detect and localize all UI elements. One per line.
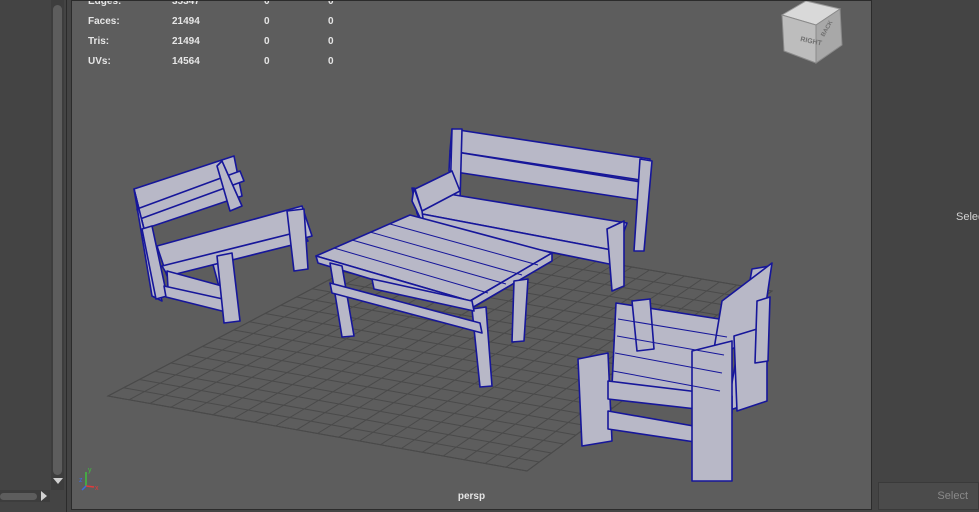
hud-value: 0 <box>328 16 334 27</box>
perspective-viewport[interactable]: Edges: 35347 0 0 Faces: 21494 0 0 Tris: … <box>71 0 872 510</box>
right-panel: Select Select <box>873 0 979 512</box>
hud-label: Faces: <box>88 16 120 27</box>
horizontal-scrollbar-thumb[interactable] <box>0 493 37 500</box>
hud-label: Edges: <box>88 0 122 7</box>
axis-gizmo-icon: y z x <box>79 467 99 492</box>
armchair-left-mesh[interactable] <box>133 155 313 324</box>
hud-label: Tris: <box>88 36 110 47</box>
scene-view[interactable] <box>72 1 872 510</box>
vertical-scrollbar[interactable] <box>51 0 64 490</box>
hud-value: 0 <box>264 0 270 7</box>
select-button[interactable]: Select <box>878 482 979 510</box>
left-panel <box>0 0 67 512</box>
scroll-right-arrow-icon[interactable] <box>41 491 47 501</box>
hud-value: 35347 <box>172 0 200 7</box>
horizontal-scrollbar[interactable] <box>0 490 50 502</box>
right-panel-select-label: Select <box>956 211 979 223</box>
hud-value: 0 <box>328 56 334 67</box>
axis-z-label: z <box>79 477 83 484</box>
hud-value: 0 <box>264 36 270 47</box>
hud-value: 21494 <box>172 36 200 47</box>
hud-value: 0 <box>328 36 334 47</box>
hud-label: UVs: <box>88 56 111 67</box>
camera-name-label: persp <box>457 491 486 502</box>
vertical-scrollbar-thumb[interactable] <box>53 5 62 475</box>
hud-value: 21494 <box>172 16 200 27</box>
hud-value: 0 <box>328 0 334 7</box>
hud-value: 0 <box>264 16 270 27</box>
axis-y-label: y <box>88 467 92 474</box>
view-cube-icon[interactable]: RIGHT BACK <box>778 0 848 67</box>
hud-value: 0 <box>264 56 270 67</box>
hud-value: 14564 <box>172 56 200 67</box>
scroll-down-arrow-icon[interactable] <box>53 478 63 484</box>
